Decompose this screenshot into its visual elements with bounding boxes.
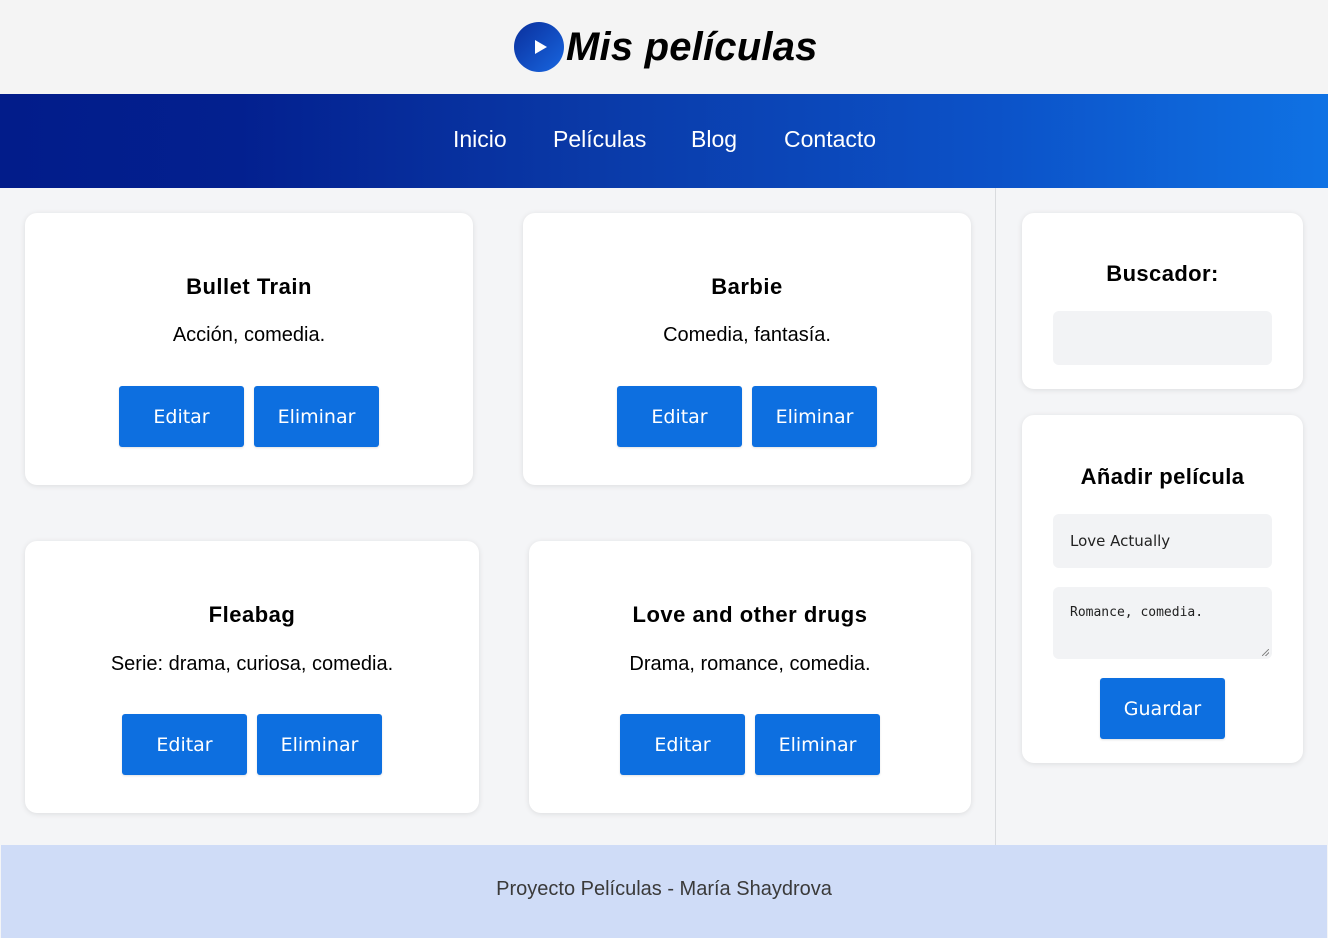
- nav-item-peliculas[interactable]: Películas: [553, 126, 646, 153]
- edit-button[interactable]: Editar: [119, 386, 244, 447]
- delete-button[interactable]: Eliminar: [755, 714, 880, 775]
- movie-card: Love and other drugs Drama, romance, com…: [529, 541, 971, 813]
- movie-title: Barbie: [711, 274, 783, 299]
- movie-title-input[interactable]: Love Actually: [1053, 514, 1272, 568]
- footer-text: Proyecto Películas - María Shaydrova: [496, 878, 832, 900]
- save-button[interactable]: Guardar: [1100, 678, 1225, 739]
- delete-button[interactable]: Eliminar: [752, 386, 877, 447]
- movie-genre: Acción, comedia.: [172, 324, 326, 346]
- nav-item-blog[interactable]: Blog: [691, 126, 737, 153]
- site-footer: Proyecto Películas - María Shaydrova: [1, 845, 1327, 938]
- main-nav: Inicio Películas Blog Contacto: [0, 94, 1328, 188]
- movie-card: Fleabag Serie: drama, curiosa, comedia. …: [25, 541, 479, 813]
- nav-item-contacto[interactable]: Contacto: [784, 126, 876, 153]
- movie-title: Bullet Train: [186, 274, 312, 299]
- resize-handle-icon[interactable]: [1262, 649, 1269, 656]
- delete-button[interactable]: Eliminar: [254, 386, 379, 447]
- movie-title: Love and other drugs: [632, 602, 868, 627]
- movie-card: Bullet Train Acción, comedia. Editar Eli…: [25, 213, 473, 485]
- movie-genre-textarea-value: Romance, comedia.: [1070, 605, 1204, 620]
- search-title: Buscador:: [1106, 261, 1219, 286]
- movie-genre: Comedia, fantasía.: [663, 324, 831, 346]
- edit-button[interactable]: Editar: [617, 386, 742, 447]
- movie-card: Barbie Comedia, fantasía. Editar Elimina…: [523, 213, 971, 485]
- search-panel: Buscador:: [1022, 213, 1303, 389]
- logo[interactable]: Mis películas: [514, 20, 818, 74]
- movie-title: Fleabag: [208, 602, 296, 627]
- add-movie-title: Añadir película: [1080, 464, 1245, 489]
- site-header: Mis películas: [0, 0, 1328, 94]
- play-icon: [514, 22, 564, 72]
- edit-button[interactable]: Editar: [122, 714, 247, 775]
- delete-button[interactable]: Eliminar: [257, 714, 382, 775]
- content-divider: [995, 188, 996, 845]
- add-movie-panel: Añadir película Love Actually Romance, c…: [1022, 415, 1303, 763]
- movie-genre-textarea[interactable]: Romance, comedia.: [1053, 587, 1272, 659]
- movie-genre: Serie: drama, curiosa, comedia.: [110, 653, 394, 675]
- edit-button[interactable]: Editar: [620, 714, 745, 775]
- movie-genre: Drama, romance, comedia.: [629, 653, 871, 675]
- site-title: Mis películas: [566, 24, 818, 69]
- search-input[interactable]: [1053, 311, 1272, 365]
- nav-item-inicio[interactable]: Inicio: [453, 126, 507, 153]
